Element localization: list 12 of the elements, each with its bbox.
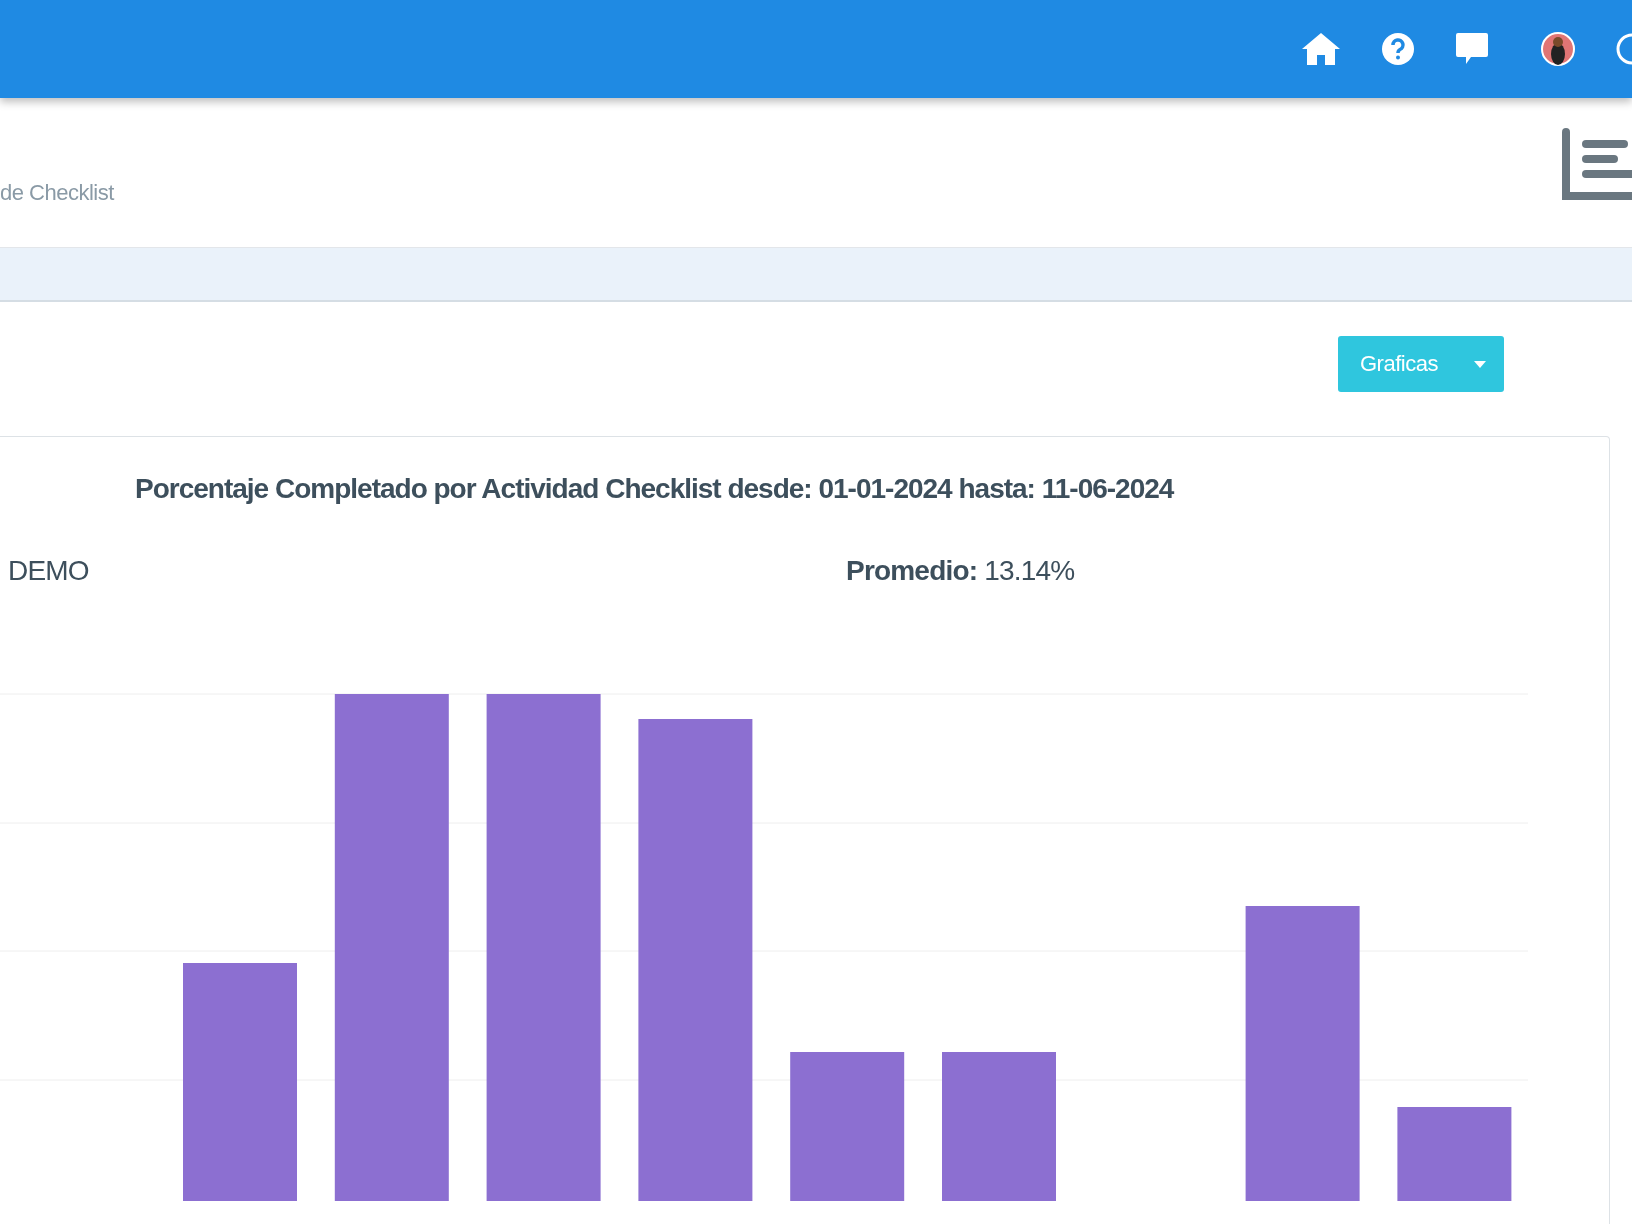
average-text: Promedio: 13.14% [846,555,1075,587]
avatar-icon[interactable] [1541,32,1575,66]
caret-icon [1474,360,1486,368]
chat-icon[interactable] [1455,32,1489,66]
charts-dropdown-button[interactable]: Graficas [1338,336,1504,392]
home-icon[interactable] [1301,32,1341,66]
breadcrumb: de Checklist [0,180,114,206]
refresh-icon[interactable] [1615,32,1632,66]
chart-title: Porcentaje Completado por Actividad Checklist desde: 01-01-2024 hasta: 11-06-2024 [135,473,1175,505]
company-name: DEMO [8,555,90,587]
list-icon[interactable] [1562,128,1632,202]
help-icon[interactable] [1381,32,1415,66]
